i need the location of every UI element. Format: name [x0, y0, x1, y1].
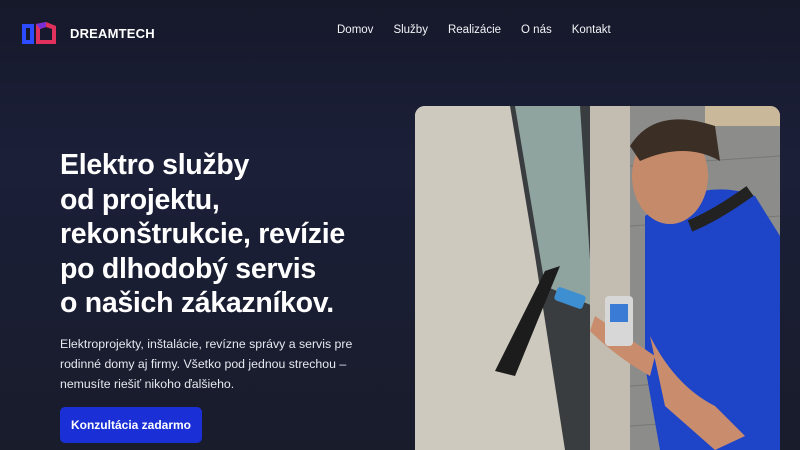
hero-photo: [415, 106, 780, 450]
nav-item-sluzby[interactable]: Služby: [393, 24, 428, 36]
hero-subtitle: Elektroprojekty, inštalácie, revízne spr…: [60, 334, 390, 394]
brand-name: DREAMTECH: [70, 25, 155, 41]
nav-item-realizacie[interactable]: Realizácie: [448, 24, 501, 36]
hero-subtitle-line: Elektroprojekty, inštalácie, revízne spr…: [60, 337, 353, 351]
nav-item-kontakt[interactable]: Kontakt: [572, 24, 611, 36]
hero-title-line: rekonštrukcie, revízie: [60, 218, 345, 250]
hero-title-line: po dlhodobý servis: [60, 252, 316, 285]
hero-subtitle-line: rodinné domy aj firmy. Všetko pod jednou…: [60, 357, 347, 371]
consultation-button[interactable]: Konzultácia zadarmo: [60, 407, 202, 443]
electrician-illustration: [415, 106, 780, 450]
main-nav: Domov Služby Realizácie O nás Kontakt: [337, 24, 631, 36]
nav-item-domov[interactable]: Domov: [337, 24, 373, 36]
hero-title-line: od projektu,: [60, 183, 220, 216]
nav-item-o-nas[interactable]: O nás: [521, 24, 552, 36]
logo-mark-icon: [22, 22, 56, 44]
hero-title-line: Elektro služby: [60, 149, 250, 181]
hero-subtitle-line: nemusíte riešiť nikoho ďalšieho.: [60, 377, 235, 391]
hero-title: Elektro služby od projektu, rekonštrukci…: [60, 148, 400, 321]
brand-logo[interactable]: DREAMTECH: [20, 20, 155, 46]
site-header: DREAMTECH Domov Služby Realizácie O nás …: [0, 0, 800, 64]
hero-title-line: o našich zákazníkov.: [60, 287, 334, 319]
